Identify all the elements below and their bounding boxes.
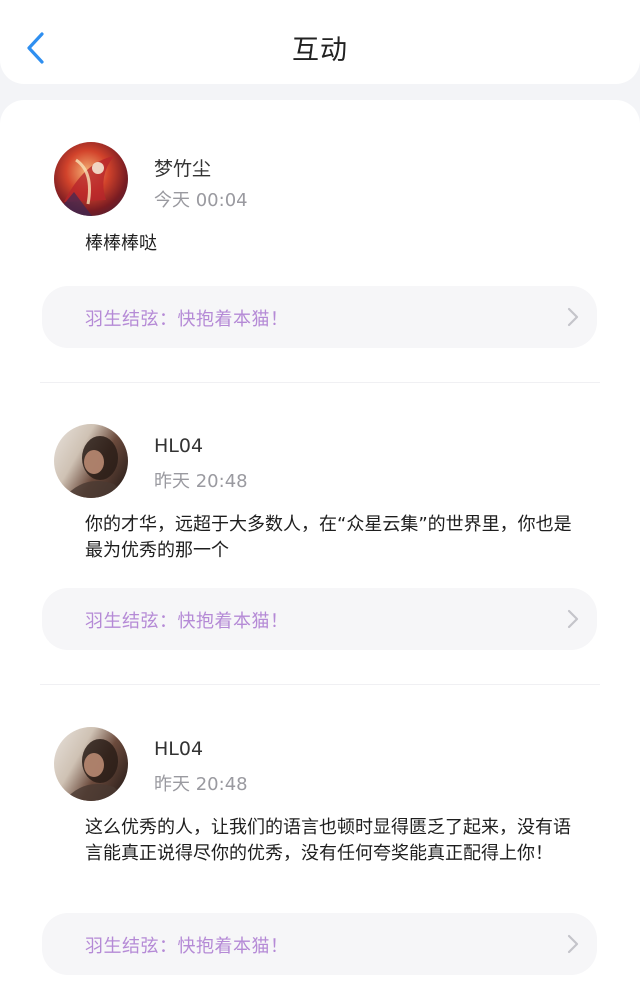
- username[interactable]: HL04: [154, 738, 203, 760]
- timestamp: 昨天 20:48: [154, 774, 248, 795]
- avatar-art: [64, 436, 128, 498]
- reply-preview[interactable]: 羽生结弦：快抱着本猫！: [42, 286, 597, 348]
- reply-text: 羽生结弦：快抱着本猫！: [85, 309, 289, 330]
- comment-text: 你的才华，远超于大多数人，在“众星云集”的世界里，你也是最为优秀的那一个: [85, 514, 572, 561]
- divider: [40, 382, 600, 383]
- page-title: 互动: [292, 35, 348, 66]
- interaction-list: 梦竹尘 今天 00:04 棒棒棒哒 羽生结弦：快抱着本猫！ HL04 昨天 20…: [0, 100, 640, 1008]
- header-bar: 互动: [0, 0, 640, 84]
- chevron-right-icon: [567, 609, 579, 629]
- chevron-right-icon: [567, 307, 579, 327]
- avatar-art: [54, 156, 114, 216]
- username[interactable]: HL04: [154, 435, 203, 457]
- username[interactable]: 梦竹尘: [154, 154, 211, 181]
- avatar[interactable]: [54, 424, 128, 498]
- timestamp: 昨天 20:48: [154, 471, 248, 492]
- chevron-right-icon: [567, 934, 579, 954]
- reply-text: 羽生结弦：快抱着本猫！: [85, 611, 289, 632]
- timestamp: 今天 00:04: [154, 190, 248, 211]
- comment-text: 棒棒棒哒: [85, 233, 157, 254]
- reply-text: 羽生结弦：快抱着本猫！: [85, 936, 289, 957]
- avatar[interactable]: [54, 142, 128, 216]
- reply-preview[interactable]: 羽生结弦：快抱着本猫！: [42, 588, 597, 650]
- avatar-art: [64, 739, 128, 801]
- reply-preview[interactable]: 羽生结弦：快抱着本猫！: [42, 913, 597, 975]
- comment-text: 这么优秀的人，让我们的语言也顿时显得匮乏了起来，没有语言能真正说得尽你的优秀，没…: [85, 817, 571, 864]
- divider: [40, 684, 600, 685]
- avatar[interactable]: [54, 727, 128, 801]
